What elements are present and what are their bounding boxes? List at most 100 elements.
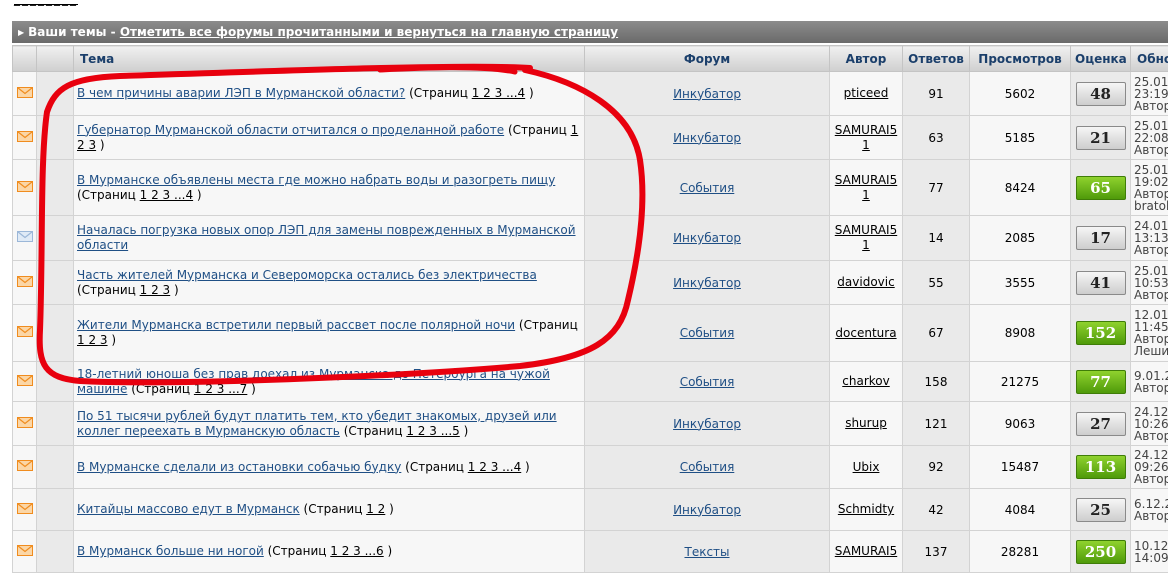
updated-author: Автор: [1134, 289, 1165, 301]
author-link-cont[interactable]: 1 [862, 238, 870, 252]
last-update-cell: 12.01.211:45Автор:Леший [1131, 305, 1168, 362]
author-link[interactable]: Schmidty [838, 502, 894, 516]
pages-suffix: ) [460, 424, 469, 438]
page-links[interactable]: 1 2 3 ...5 [406, 424, 459, 438]
rating-cell: 65 [1071, 160, 1131, 216]
author-link[interactable]: davidovic [837, 275, 894, 289]
envelope-new-icon [17, 545, 33, 556]
status-cell [13, 261, 37, 305]
forum-header-bar: ▶Ваши темы - Отметить все форумы прочита… [12, 21, 1168, 43]
page-links[interactable]: 1 2 3 ...4 [468, 460, 521, 474]
page-links[interactable]: 1 2 3 ...4 [472, 86, 525, 100]
col-header-icon2 [37, 46, 74, 72]
pages-prefix: (Страниц [127, 382, 193, 396]
replies-cell: 91 [903, 72, 970, 116]
views-cell: 3555 [970, 261, 1071, 305]
envelope-read-icon [17, 231, 33, 242]
forum-link[interactable]: Инкубатор [673, 231, 741, 245]
topic-title-link[interactable]: Началась погрузка новых опор ЛЭП для зам… [77, 223, 576, 252]
topic-title-link[interactable]: В Мурманск больше ни ногой [77, 544, 264, 558]
author-link[interactable]: SAMURAI5 [835, 123, 897, 137]
topic-pages: (Страниц 1 2 3 ...4 ) [77, 188, 202, 202]
updated-author-name: bratok: [1134, 200, 1165, 212]
table-row: По 51 тысячи рублей будут платить тем, к… [13, 402, 1168, 446]
views-cell: 2085 [970, 216, 1071, 261]
topic-title-link[interactable]: В Мурманске объявлены места где можно на… [77, 173, 555, 187]
topic-title-link[interactable]: Часть жителей Мурманска и Североморска о… [77, 268, 537, 282]
author-link[interactable]: charkov [842, 374, 889, 388]
rating-badge: 152 [1076, 321, 1126, 345]
forum-link[interactable]: Инкубатор [673, 417, 741, 431]
status-cell [13, 531, 37, 573]
author-cell: SAMURAI51 [830, 160, 903, 216]
forum-link[interactable]: События [680, 460, 735, 474]
status-cell [13, 489, 37, 531]
topic-icon-cell [37, 402, 74, 446]
topic-cell: Китайцы массово едут в Мурманск (Страниц… [74, 489, 585, 531]
forum-link[interactable]: Инкубатор [673, 503, 741, 517]
topic-pages: (Страниц 1 2 ) [300, 502, 394, 516]
author-link[interactable]: SAMURAI5 [835, 544, 897, 558]
pages-suffix: ) [96, 138, 105, 152]
last-update-cell: 25.01.219:02Автор:bratok: [1131, 160, 1168, 216]
rating-cell: 21 [1071, 116, 1131, 160]
top-nav-fragment[interactable]: ________ [14, 0, 78, 6]
envelope-new-icon [17, 503, 33, 514]
page-links[interactable]: 1 2 3 ...6 [330, 544, 383, 558]
table-row: В чем причины аварии ЛЭП в Мурманской об… [13, 72, 1168, 116]
col-header-topic[interactable]: Тема [74, 46, 585, 72]
replies-cell: 92 [903, 446, 970, 489]
page-links[interactable]: 1 2 3 ...4 [140, 188, 193, 202]
envelope-new-icon [17, 131, 33, 142]
topic-cell: Губернатор Мурманской области отчитался … [74, 116, 585, 160]
author-link[interactable]: SAMURAI5 [835, 173, 897, 187]
author-link[interactable]: SAMURAI5 [835, 223, 897, 237]
author-link-cont[interactable]: 1 [862, 188, 870, 202]
replies-cell: 42 [903, 489, 970, 531]
topic-cell: По 51 тысячи рублей будут платить тем, к… [74, 402, 585, 446]
forum-cell: Инкубатор [585, 402, 830, 446]
page-links[interactable]: 1 2 [366, 502, 385, 516]
topic-icon-cell [37, 261, 74, 305]
col-header-forum[interactable]: Форум [585, 46, 830, 72]
author-link-cont[interactable]: 1 [862, 138, 870, 152]
col-header-rating[interactable]: Оценка [1071, 46, 1131, 72]
topic-title-link[interactable]: В чем причины аварии ЛЭП в Мурманской об… [77, 86, 405, 100]
forum-link[interactable]: Тексты [684, 545, 729, 559]
forum-link[interactable]: Инкубатор [673, 276, 741, 290]
topic-cell: Часть жителей Мурманска и Североморска о… [74, 261, 585, 305]
views-cell: 8908 [970, 305, 1071, 362]
topic-title-link[interactable]: В Мурманске сделали из остановки собачью… [77, 460, 401, 474]
status-cell [13, 116, 37, 160]
forum-link[interactable]: События [680, 375, 735, 389]
author-link[interactable]: Ubix [853, 460, 880, 474]
page-links[interactable]: 1 2 3 ...7 [194, 382, 247, 396]
col-header-updated[interactable]: Обно [1131, 46, 1168, 72]
last-update-cell: 24.01.213:13Автор: [1131, 216, 1168, 261]
page-links[interactable]: 1 2 3 [77, 333, 108, 347]
author-link[interactable]: docentura [835, 326, 896, 340]
forum-link[interactable]: События [680, 326, 735, 340]
topic-icon-cell [37, 531, 74, 573]
author-link[interactable]: pticeed [844, 86, 889, 100]
topic-title-link[interactable]: Жители Мурманска встретили первый рассве… [77, 318, 515, 332]
col-header-replies[interactable]: Ответов [903, 46, 970, 72]
table-row: Китайцы массово едут в Мурманск (Страниц… [13, 489, 1168, 531]
page-links[interactable]: 1 2 3 [140, 283, 171, 297]
pages-suffix: ) [193, 188, 202, 202]
forum-link[interactable]: Инкубатор [673, 131, 741, 145]
topic-title-link[interactable]: По 51 тысячи рублей будут платить тем, к… [77, 409, 557, 438]
topic-title-link[interactable]: Китайцы массово едут в Мурманск [77, 502, 300, 516]
pages-suffix: ) [108, 333, 117, 347]
col-header-views[interactable]: Просмотров [970, 46, 1071, 72]
mark-all-read-link[interactable]: Отметить все форумы прочитанными и верну… [120, 25, 618, 39]
updated-time: 22:08 [1134, 132, 1165, 144]
updated-date: 25.01.2 [1134, 120, 1165, 132]
col-header-author[interactable]: Автор [830, 46, 903, 72]
forum-link[interactable]: События [680, 181, 735, 195]
author-link[interactable]: shurup [845, 416, 887, 430]
pages-suffix: ) [525, 86, 534, 100]
rating-badge: 25 [1076, 498, 1126, 522]
forum-link[interactable]: Инкубатор [673, 87, 741, 101]
topic-title-link[interactable]: Губернатор Мурманской области отчитался … [77, 123, 504, 137]
